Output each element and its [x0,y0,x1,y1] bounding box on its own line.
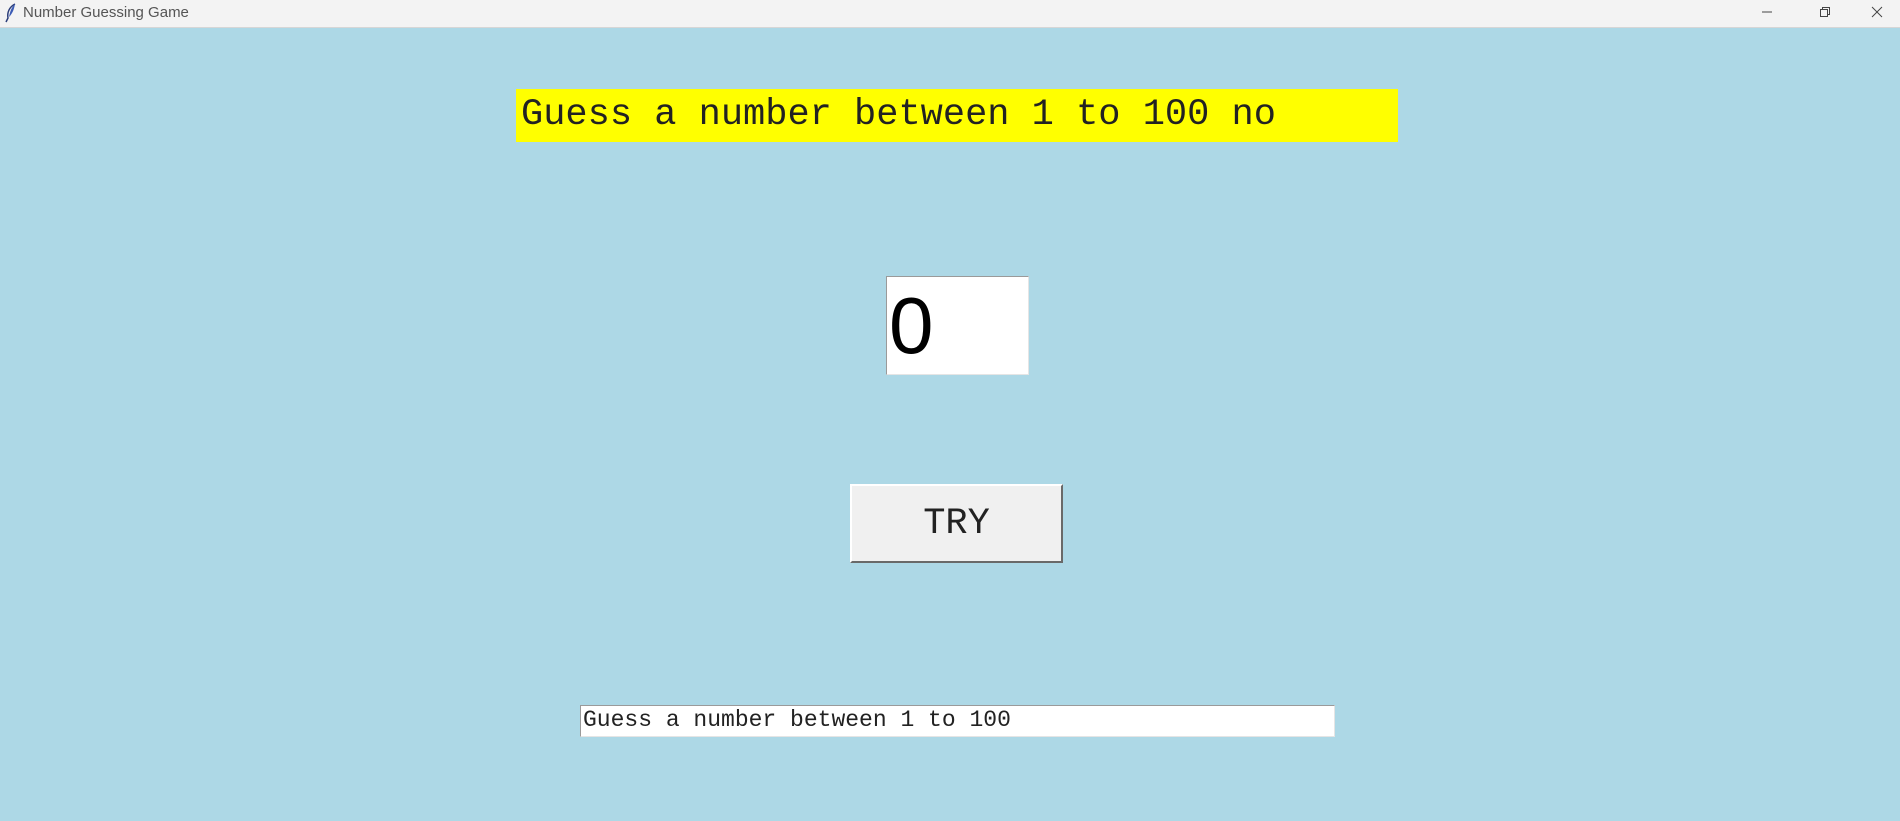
feather-icon [3,3,19,23]
minimize-icon [1761,5,1773,22]
app-window: Number Guessing Game Guess a number betw… [0,0,1900,821]
minimize-button[interactable] [1738,0,1796,27]
restore-button[interactable] [1796,0,1854,27]
status-message-field[interactable]: Guess a number between 1 to 100 [580,705,1335,737]
close-icon [1871,5,1883,22]
guess-input[interactable] [886,276,1029,375]
close-button[interactable] [1853,0,1900,27]
try-button[interactable]: TRY [850,484,1063,563]
restore-icon [1819,5,1831,22]
game-heading: Guess a number between 1 to 100 no [516,89,1398,142]
title-bar[interactable]: Number Guessing Game [0,0,1900,28]
window-title: Number Guessing Game [23,4,189,21]
try-button-label: TRY [923,502,990,545]
